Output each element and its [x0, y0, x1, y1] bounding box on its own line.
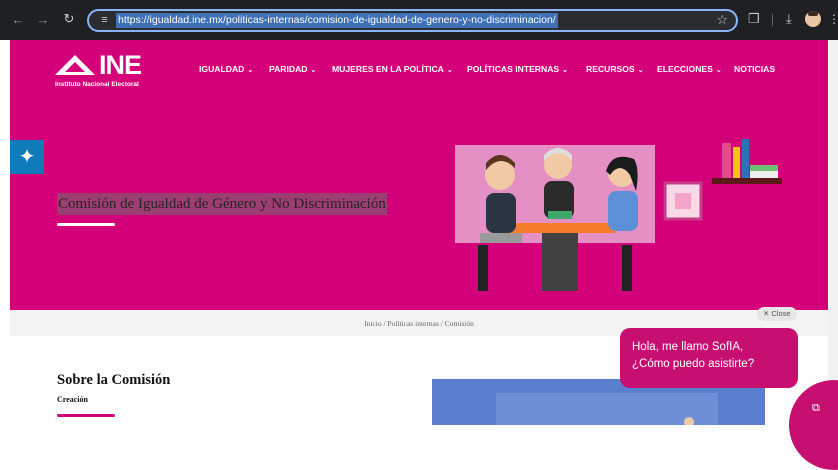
toolbar-divider [772, 14, 773, 26]
nav-item-igualdad[interactable]: IGUALDAD ⌄ [199, 64, 253, 74]
chevron-down-icon: ⌄ [247, 67, 254, 74]
nav-item-label: RECURSOS [586, 64, 635, 74]
section-title: Sobre la Comisión [57, 372, 171, 388]
accessibility-button[interactable]: ✦ [10, 140, 44, 174]
nav-item-elecciones[interactable]: ELECCIONES ⌄ [657, 64, 722, 74]
ine-logo-mark-icon [55, 55, 95, 75]
accessibility-icon: ✦ [18, 146, 36, 168]
chevron-down-icon: ⌄ [446, 67, 453, 74]
forward-icon[interactable]: → [34, 12, 52, 27]
section-underline [57, 414, 115, 417]
breadcrumb[interactable]: Inicio / Políticas internas / Comisión [10, 319, 828, 328]
chat-icon: ⧉ [812, 402, 820, 414]
nav-item-label: POLÍTICAS INTERNAS [467, 64, 560, 74]
page-scrollbar[interactable] [828, 40, 838, 425]
url-text[interactable]: https://igualdad.ine.mx/politicas-intern… [116, 13, 558, 28]
nav-item-politicas[interactable]: POLÍTICAS INTERNAS ⌄ [467, 64, 568, 74]
menu-icon[interactable]: ⋮ [828, 12, 838, 26]
nav-item-label: ELECCIONES [657, 64, 713, 74]
nav-item-label: IGUALDAD [199, 64, 245, 74]
chat-message-line-1: Hola, me llamo SofIA, [632, 341, 744, 353]
browser-toolbar: ← → ↻ ≡ https://igualdad.ine.mx/politica… [0, 0, 838, 40]
chat-greeting-bubble[interactable]: Hola, me llamo SofIA, ¿Cómo puedo asisti… [620, 328, 798, 388]
logo-subtitle: Instituto Nacional Electoral [55, 81, 139, 88]
star-icon[interactable]: ☆ [716, 12, 728, 28]
download-icon[interactable]: ⤓ [786, 11, 792, 27]
chevron-down-icon: ⌄ [562, 67, 569, 74]
page-title: Comisión de Igualdad de Género y No Disc… [57, 193, 387, 215]
nav-item-label: MUJERES EN LA POLÍTICA [332, 64, 444, 74]
nav-item-mujeres[interactable]: MUJERES EN LA POLÍTICA ⌄ [332, 64, 453, 74]
reload-icon[interactable]: ↻ [60, 11, 78, 27]
chevron-down-icon: ⌄ [715, 67, 722, 74]
nav-item-label: PARIDAD [269, 64, 308, 74]
section-subtitle: Creación [57, 395, 88, 404]
title-underline [57, 223, 115, 226]
nav-item-paridad[interactable]: PARIDAD ⌄ [269, 64, 316, 74]
chevron-down-icon: ⌄ [310, 67, 317, 74]
hero-illustration [455, 139, 782, 291]
nav-item-noticias[interactable]: NOTICIAS [734, 64, 775, 74]
chat-launcher-button[interactable] [789, 380, 838, 470]
nav-item-label: NOTICIAS [734, 64, 776, 74]
chevron-down-icon: ⌄ [637, 67, 644, 74]
profile-icon[interactable] [805, 11, 821, 27]
chat-message-line-2: ¿Cómo puedo asistirte? [632, 358, 755, 370]
extensions-icon[interactable]: ❐ [748, 11, 760, 27]
ine-logo[interactable]: INE Instituto Nacional Electoral [53, 50, 173, 92]
logo-text: INE [99, 50, 142, 80]
site-info-icon[interactable]: ≡ [97, 13, 112, 28]
back-icon[interactable]: ← [9, 12, 27, 27]
chat-close-button[interactable]: ✕ Close [757, 307, 797, 321]
nav-item-recursos[interactable]: RECURSOS ⌄ [586, 64, 644, 74]
content-image-figure [684, 417, 694, 425]
address-bar[interactable]: ≡ https://igualdad.ine.mx/politicas-inte… [87, 9, 738, 32]
